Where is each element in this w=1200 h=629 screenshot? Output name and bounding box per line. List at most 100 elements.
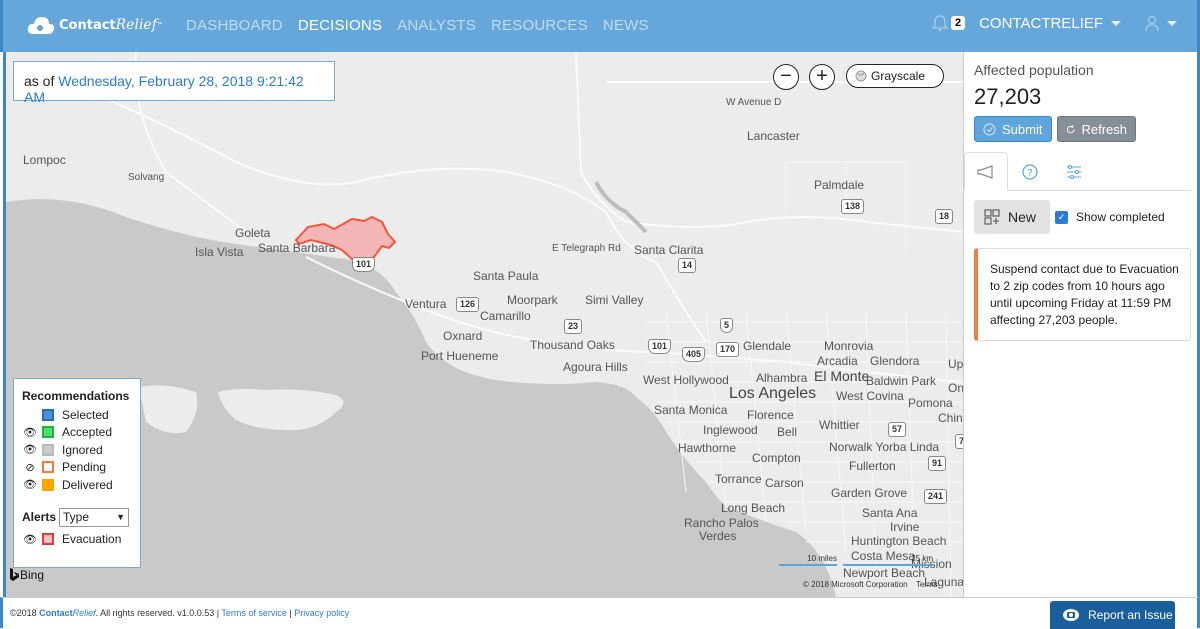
highway-shield: 101 [648, 339, 672, 354]
check-circle-icon [983, 123, 996, 135]
new-decision-button[interactable]: New [974, 200, 1050, 234]
question-circle-icon: ? [1022, 163, 1038, 180]
eye-icon[interactable]: 👁 [22, 426, 38, 439]
cloud-logo-icon [27, 17, 55, 34]
user-menu[interactable] [1145, 15, 1177, 31]
brand-tm: ™ [156, 21, 163, 29]
scale-km: 25 km [911, 554, 933, 563]
legend-swatch [42, 408, 54, 421]
highway-shield: 23 [564, 319, 583, 334]
as-of-prefix: as of [24, 73, 55, 89]
org-menu-label: CONTACTRELIEF [979, 14, 1103, 32]
show-completed-toggle[interactable]: ✓ Show completed [1055, 210, 1165, 224]
sliders-icon [1067, 164, 1081, 179]
eye-icon[interactable]: 👁 [22, 443, 38, 456]
nav-analysts[interactable]: ANALYSTS [397, 17, 476, 34]
map-place-label: Compton [752, 451, 801, 465]
map-place-label: Lancaster [747, 129, 800, 143]
map-place-label: Glendora [870, 354, 920, 368]
highway-shield: 241 [924, 489, 948, 504]
legend-item[interactable]: 👁 Delivered [22, 476, 132, 494]
eye-slash-icon[interactable]: ⊘ [22, 461, 38, 474]
refresh-button[interactable]: Refresh [1057, 116, 1136, 142]
highway-shield: 14 [678, 258, 697, 273]
alert-type-select[interactable]: Type ▼ [59, 507, 130, 527]
map-place-label: Newport Beach [843, 566, 926, 580]
map-place-label: Fullerton [849, 459, 896, 473]
eye-icon[interactable]: 👁 [22, 533, 38, 546]
nav-resources[interactable]: RESOURCES [491, 17, 588, 34]
map-place-label: Simi Valley [585, 293, 644, 307]
legend-item[interactable]: 👁 Ignored [22, 441, 132, 459]
map-basemap [6, 52, 963, 597]
map-place-label: Torrance [715, 472, 762, 486]
card-line: until upcoming Friday at 11:59 PM [990, 296, 1172, 310]
map-place-label: Baldwin Park [866, 374, 937, 388]
legend-label: Delivered [62, 477, 113, 492]
tab-help[interactable]: ? [1008, 152, 1052, 191]
tab-filters[interactable] [1052, 152, 1096, 191]
map-place-label: W Avenue D [726, 97, 782, 108]
as-of-datetime[interactable]: Wednesday, February 28, 2018 9:21:42 AM [24, 73, 304, 105]
zoom-in-button[interactable]: + [809, 64, 835, 90]
panel-tabs: ? [964, 152, 1191, 191]
map-place-label: E Telegraph Rd [552, 243, 621, 254]
map-style-button[interactable]: Grayscale [846, 64, 944, 88]
affected-population-label: Affected population [974, 62, 1094, 78]
map-place-label: Norwalk Yorba Linda [829, 440, 940, 454]
brand-logo[interactable]: Contact Relief ™ [27, 14, 163, 36]
tab-announcements[interactable] [964, 152, 1008, 191]
submit-button[interactable]: Submit [974, 116, 1052, 142]
eye-icon[interactable]: 👁 [22, 478, 38, 491]
map-view[interactable]: W Avenue D Lancaster Lompoc Solvang Palmdale… [3, 52, 963, 597]
legend-item[interactable]: Selected [22, 406, 132, 424]
bing-logo[interactable]: Bing [9, 568, 44, 582]
map-place-label: Palmdale [814, 178, 865, 192]
report-issue-button[interactable]: Report an Issue [1050, 601, 1175, 629]
map-place-label: Santa Ana [862, 506, 918, 520]
nav-dashboard[interactable]: DASHBOARD [186, 17, 283, 34]
nav-decisions[interactable]: DECISIONS [298, 17, 382, 34]
brand-name-italic: Relief [115, 17, 157, 33]
privacy-policy-link[interactable]: Privacy policy [294, 608, 349, 618]
org-menu[interactable]: CONTACTRELIEF [979, 15, 1121, 32]
chevron-down-icon [1167, 20, 1177, 26]
nav-right: 2 CONTACTRELIEF [931, 14, 1177, 32]
map-place-label: Arcadia [817, 354, 858, 368]
terms-of-service-link[interactable]: Terms of service [221, 608, 287, 618]
map-terms-link[interactable]: Terms [916, 580, 938, 589]
bing-label: Bing [20, 568, 45, 582]
map-place-label: El Monte [814, 368, 870, 384]
map-place-label: Bell [777, 425, 798, 439]
bell-icon[interactable] [931, 14, 949, 32]
highway-shield: 18 [935, 209, 954, 224]
legend-swatch [42, 443, 54, 456]
brand-name-bold: Contact [59, 17, 116, 33]
highway-shield: 7 [955, 434, 963, 449]
alert-type-value: Type [63, 510, 90, 524]
show-completed-checkbox[interactable]: ✓ [1055, 210, 1068, 224]
map-place-label: Long Beach [721, 501, 786, 515]
zoom-out-button[interactable]: − [773, 64, 799, 90]
map-place-label: Port Hueneme [421, 349, 499, 363]
legend-item[interactable]: 👁 Accepted [22, 424, 132, 442]
notification-badge[interactable]: 2 [950, 16, 966, 30]
map-place-label: Rancho Palos [684, 516, 759, 530]
map-place-label: Alhambra [756, 371, 808, 385]
map-place-label: Solvang [128, 172, 165, 183]
map-place-label: Verdes [699, 529, 737, 543]
decision-card[interactable]: Suspend contact due to Evacuation to 2 z… [974, 248, 1191, 341]
map-scale: 10 miles 25 km [779, 554, 933, 566]
top-navbar: Contact Relief ™ DASHBOARD DECISIONS ANALY… [0, 0, 1200, 52]
map-place-label: Ventura [405, 297, 447, 311]
map-place-label: Whittier [819, 418, 860, 432]
nav-news[interactable]: NEWS [603, 17, 649, 34]
map-place-label: Florence [747, 408, 794, 422]
legend-label: Selected [62, 407, 109, 422]
legend-item[interactable]: 👁 Evacuation [22, 531, 132, 549]
scale-miles: 10 miles [807, 554, 837, 563]
legend-title: Recommendations [22, 389, 130, 403]
legend-item[interactable]: ⊘ Pending [22, 459, 132, 477]
map-place-label: Los Angeles [729, 385, 817, 402]
main-nav: DASHBOARD DECISIONS ANALYSTS RESOURCES N… [186, 17, 649, 34]
